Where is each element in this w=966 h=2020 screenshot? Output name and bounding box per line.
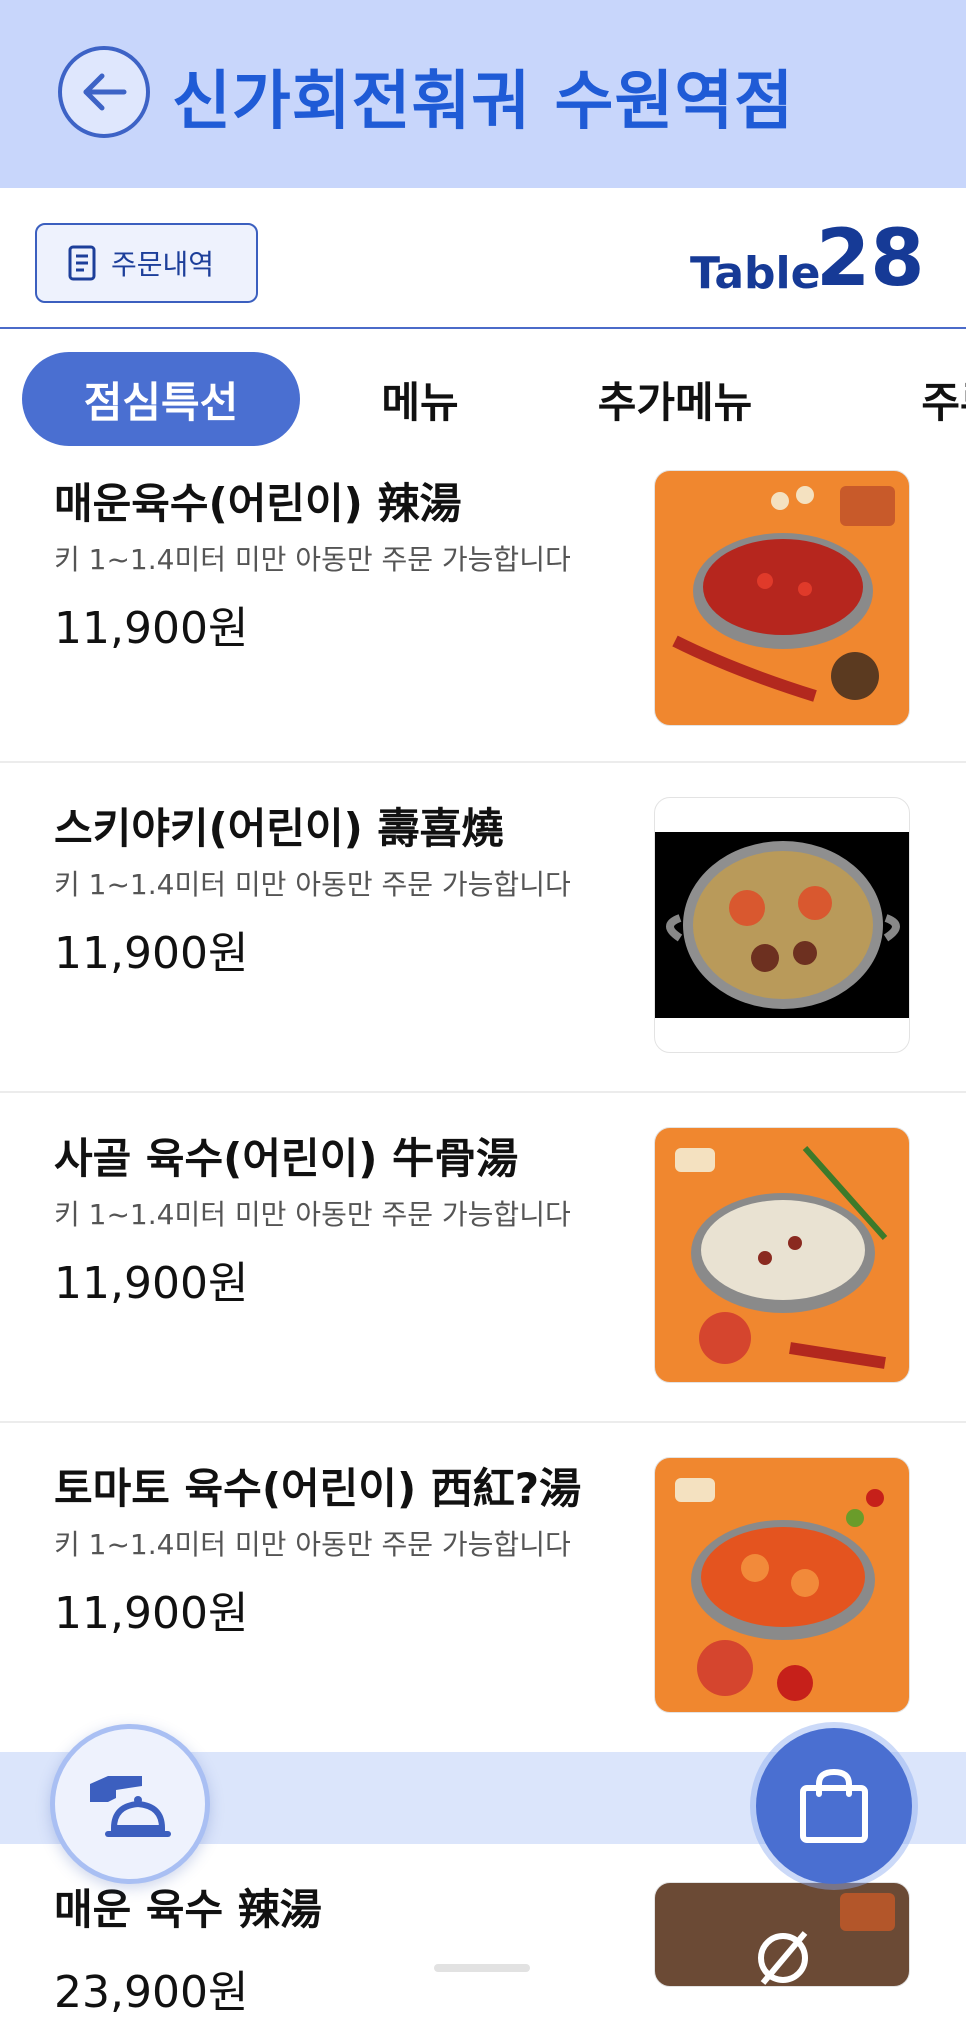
order-history-label: 주문내역 (111, 248, 215, 281)
list-item[interactable]: 매운육수(어린이) 辣湯 키 1~1.4미터 미만 아동만 주문 가능합니다 1… (0, 446, 966, 761)
tab-drinks[interactable]: 주류 (890, 352, 966, 446)
call-staff-button[interactable] (50, 1724, 210, 1884)
page-title: 신가회전훠궈 수원역점 (172, 65, 795, 139)
cart-button[interactable] (756, 1728, 912, 1884)
list-item[interactable]: 스키야키(어린이) 壽喜燒 키 1~1.4미터 미만 아동만 주문 가능합니다 … (0, 763, 966, 1091)
app-header: 신가회전훠궈 수원역점 (0, 0, 966, 188)
item-image (654, 1127, 910, 1383)
item-name: 매운 육수 辣湯 (54, 1885, 322, 1934)
service-bell-icon (90, 1776, 171, 1837)
order-history-button[interactable]: 주문내역 (35, 223, 258, 303)
table-number: 28 (816, 214, 925, 304)
item-price: 11,900원 (54, 1258, 249, 1309)
item-name: 매운육수(어린이) 辣湯 (54, 479, 462, 528)
home-indicator (434, 1964, 530, 1972)
item-name: 스키야키(어린이) 壽喜燒 (54, 804, 504, 853)
back-arrow-icon (83, 73, 127, 111)
item-description: 키 1~1.4미터 미만 아동만 주문 가능합니다 (54, 543, 571, 576)
item-price: 11,900원 (54, 928, 249, 979)
tab-menu[interactable]: 메뉴 (340, 352, 500, 446)
list-item[interactable]: 사골 육수(어린이) 牛骨湯 키 1~1.4미터 미만 아동만 주문 가능합니다… (0, 1093, 966, 1421)
item-description: 키 1~1.4미터 미만 아동만 주문 가능합니다 (54, 1528, 571, 1561)
receipt-icon (68, 245, 96, 281)
tab-extra-menu[interactable]: 추가메뉴 (570, 352, 780, 446)
header-divider (0, 327, 966, 329)
list-item[interactable]: 토마토 육수(어린이) 西紅?湯 키 1~1.4미터 미만 아동만 주문 가능합… (0, 1423, 966, 1751)
item-image (654, 1882, 910, 1987)
item-name: 토마토 육수(어린이) 西紅?湯 (54, 1464, 582, 1513)
table-label: Table (690, 248, 821, 299)
item-price: 11,900원 (54, 603, 249, 654)
item-description: 키 1~1.4미터 미만 아동만 주문 가능합니다 (54, 868, 571, 901)
item-image (654, 797, 910, 1053)
item-name: 사골 육수(어린이) 牛骨湯 (54, 1134, 519, 1183)
item-image (654, 1457, 910, 1713)
category-tabs: 점심특선 메뉴 추가메뉴 주류 (0, 352, 966, 446)
shopping-bag-icon (800, 1768, 868, 1843)
item-description: 키 1~1.4미터 미만 아동만 주문 가능합니다 (54, 1198, 571, 1231)
item-price: 11,900원 (54, 1588, 249, 1639)
tab-lunch-special[interactable]: 점심특선 (22, 352, 300, 446)
item-price: 23,900원 (54, 1967, 249, 2018)
back-button[interactable] (58, 46, 150, 138)
item-image (654, 470, 910, 726)
